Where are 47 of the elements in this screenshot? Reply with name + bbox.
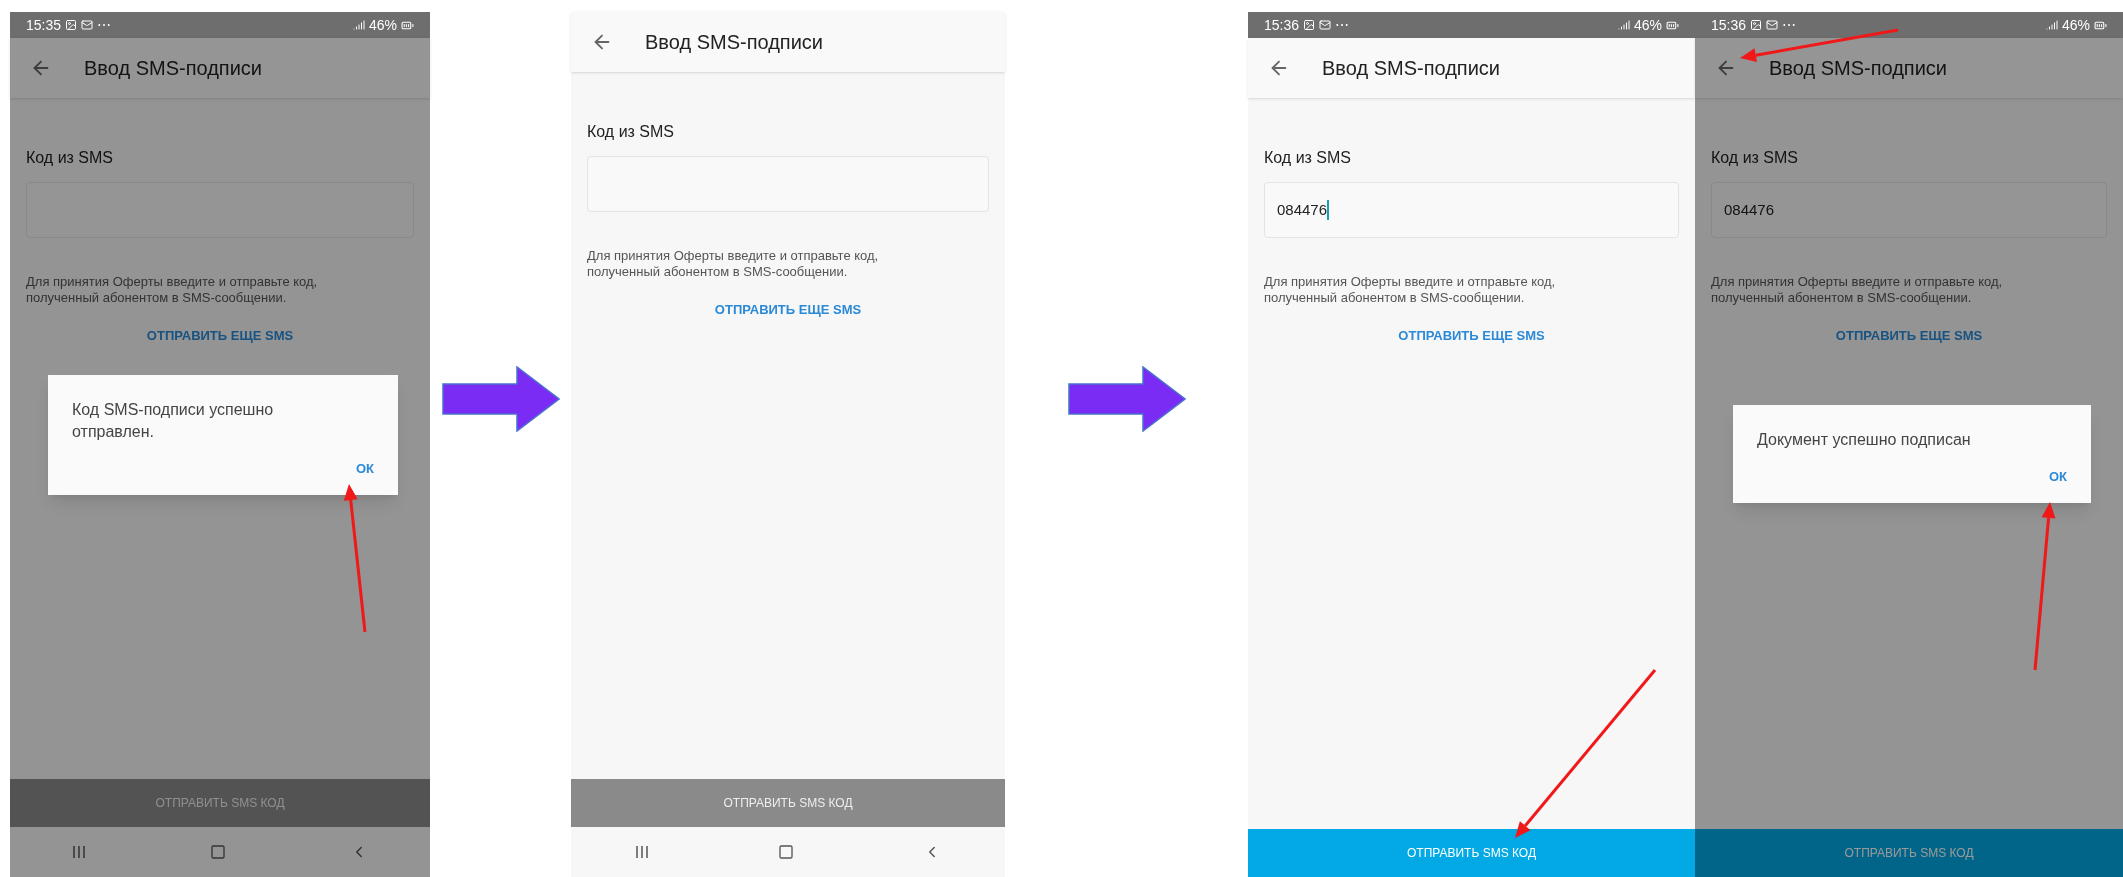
image-icon (1303, 19, 1316, 31)
ok-button[interactable]: ОК (2048, 467, 2067, 487)
battery-percent: 46% (1633, 15, 1662, 35)
resend-sms-link[interactable]: ОТПРАВИТЬ ЕЩЕ SMS (1835, 326, 1983, 346)
status-time: 15:36 (1711, 15, 1747, 35)
field-label: Код из SMS (1264, 148, 1353, 168)
resend-sms-link[interactable]: ОТПРАВИТЬ ЕЩЕ SMS (714, 300, 862, 320)
battery-percent: 46% (368, 15, 397, 35)
image-icon (1750, 19, 1763, 31)
hint-text: Для принятия Оферты введите и отправьте код, полученный абонентом в SMS-сообщении. (26, 274, 319, 306)
hint-text: Для принятия Оферты введите и отправьте код, полученный абонентом в SMS-сообщении. (1711, 274, 2004, 306)
code-input-field[interactable]: 084476 (1264, 182, 1679, 238)
field-label: Код из SMS (26, 148, 115, 168)
status-more: ⋯ (1782, 15, 1797, 35)
battery-percent: 46% (2061, 15, 2090, 35)
screen-title: Ввод SMS-подписи (84, 58, 262, 78)
mail-icon (1319, 19, 1332, 31)
field-label: Код из SMS (587, 122, 676, 142)
code-input-field[interactable]: 084476 (1711, 182, 2107, 238)
mail-icon (1766, 19, 1779, 31)
status-more: ⋯ (1335, 15, 1350, 35)
status-time: 15:35 (26, 15, 62, 35)
dialog-message: Документ успешно подписан (1757, 430, 1972, 450)
resend-sms-link[interactable]: ОТПРАВИТЬ ЕЩЕ SMS (146, 326, 294, 346)
flow-arrow-icon (1067, 365, 1186, 432)
mail-icon (81, 19, 94, 31)
hint-text: Для принятия Оферты введите и отправьте код, полученный абонентом в SMS-сообщении. (587, 248, 880, 280)
status-more: ⋯ (97, 15, 112, 35)
screen-title: Ввод SMS-подписи (1769, 58, 1947, 78)
recent-apps-icon[interactable] (635, 845, 650, 859)
screen-title: Ввод SMS-подписи (1322, 58, 1500, 78)
home-icon[interactable] (778, 844, 794, 860)
flow-arrow-icon (441, 365, 560, 432)
submit-code-button[interactable]: ОТПРАВИТЬ SMS КОД (1248, 829, 1695, 877)
resend-sms-link[interactable]: ОТПРАВИТЬ ЕЩЕ SMS (1398, 326, 1545, 346)
status-time: 15:36 (1264, 15, 1300, 35)
dialog-message: Код SMS-подписи успешно отправлен. (72, 400, 275, 442)
hint-text: Для принятия Оферты введите и отправьте код, полученный абонентом в SMS-сообщении. (1264, 274, 1557, 306)
home-icon[interactable] (210, 844, 226, 860)
screen-title: Ввод SMS-подписи (645, 32, 823, 52)
ok-button[interactable]: ОК (355, 459, 374, 479)
image-icon (65, 19, 78, 31)
submit-code-button[interactable]: ОТПРАВИТЬ SMS КОД (1695, 829, 2123, 877)
recent-apps-icon[interactable] (72, 845, 86, 859)
submit-code-button[interactable]: ОТПРАВИТЬ SMS КОД (10, 779, 430, 827)
submit-code-button[interactable]: ОТПРАВИТЬ SMS КОД (571, 779, 1005, 827)
field-label: Код из SMS (1711, 148, 1800, 168)
